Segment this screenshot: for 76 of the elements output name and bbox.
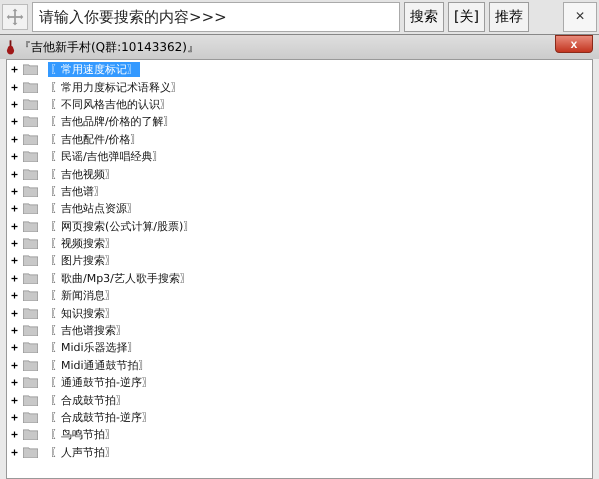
expand-toggle[interactable] bbox=[10, 291, 19, 300]
close-button[interactable]: x bbox=[555, 35, 593, 53]
folder-icon bbox=[23, 186, 38, 197]
folder-icon bbox=[23, 168, 38, 180]
guitar-icon bbox=[6, 40, 15, 54]
expand-toggle[interactable] bbox=[10, 239, 19, 248]
tree-item[interactable]: 〖合成鼓节拍-逆序〗 bbox=[48, 410, 155, 425]
tree-item[interactable]: 〖图片搜索〗 bbox=[48, 253, 118, 268]
folder-icon bbox=[23, 220, 38, 232]
toolbar-button[interactable]: 推荐 bbox=[488, 2, 529, 32]
close-button[interactable]: × bbox=[563, 2, 597, 32]
tree-item[interactable]: 〖常用力度标记术语释义〗 bbox=[48, 80, 184, 95]
expand-toggle[interactable] bbox=[10, 117, 19, 126]
tree-item[interactable]: 〖人声节拍〗 bbox=[48, 444, 118, 460]
tree-item[interactable]: 〖吉他视频〗 bbox=[48, 166, 118, 182]
tree-item[interactable]: 〖新闻消息〗 bbox=[48, 288, 118, 304]
folder-icon bbox=[23, 151, 38, 162]
tree-item[interactable]: 〖合成鼓节拍〗 bbox=[48, 392, 129, 408]
folder-icon bbox=[23, 98, 38, 110]
folder-icon bbox=[23, 377, 38, 388]
folder-icon bbox=[23, 446, 38, 458]
expand-toggle[interactable] bbox=[10, 326, 19, 336]
tree-item[interactable]: 〖鸟鸣节拍〗 bbox=[48, 427, 118, 442]
tree-item[interactable]: 〖Midi通通鼓节拍〗 bbox=[48, 358, 152, 373]
expand-toggle[interactable] bbox=[10, 343, 19, 352]
tree-item[interactable]: 〖视频搜索〗 bbox=[48, 236, 118, 252]
folder-icon bbox=[23, 238, 38, 250]
expand-toggle[interactable] bbox=[10, 134, 19, 144]
folder-icon bbox=[23, 82, 38, 93]
tree-item[interactable]: 〖网页搜索(公式计算/股票)〗 bbox=[48, 218, 196, 234]
tree-item[interactable]: 〖歌曲/Mp3/艺人歌手搜索〗 bbox=[48, 270, 193, 286]
expand-toggle[interactable] bbox=[10, 448, 19, 457]
folder-icon bbox=[23, 342, 38, 354]
folder-icon bbox=[23, 255, 38, 266]
tree-item[interactable]: 〖吉他谱〗 bbox=[48, 184, 107, 199]
expand-toggle[interactable] bbox=[10, 170, 19, 179]
expand-toggle[interactable] bbox=[10, 65, 19, 74]
tree-item[interactable]: 〖知识搜索〗 bbox=[48, 306, 118, 321]
expand-toggle[interactable] bbox=[10, 82, 19, 92]
toolbar-button[interactable]: 搜索 bbox=[404, 2, 444, 32]
folder-icon bbox=[23, 394, 38, 406]
folder-icon bbox=[23, 290, 38, 302]
folder-icon bbox=[23, 325, 38, 336]
tree-item[interactable]: 〖不同风格吉他的认识〗 bbox=[48, 96, 173, 112]
folder-icon bbox=[23, 429, 38, 440]
expand-toggle[interactable] bbox=[10, 222, 19, 231]
window-title: 『吉他新手村(Q群:10143362)』 bbox=[19, 38, 199, 56]
tree-item[interactable]: 〖吉他站点资源〗 bbox=[48, 201, 140, 216]
folder-icon bbox=[23, 203, 38, 214]
tree-item[interactable]: 〖吉他配件/价格〗 bbox=[48, 132, 144, 147]
expand-toggle[interactable] bbox=[10, 152, 19, 162]
tree-item[interactable]: 〖民谣/吉他弹唱经典〗 bbox=[48, 149, 166, 164]
folder-icon bbox=[23, 134, 38, 145]
expand-toggle[interactable] bbox=[10, 396, 19, 405]
expand-toggle[interactable] bbox=[10, 378, 19, 388]
expand-toggle[interactable] bbox=[10, 186, 19, 196]
expand-toggle[interactable] bbox=[10, 360, 19, 370]
folder-icon bbox=[23, 412, 38, 423]
expand-toggle[interactable] bbox=[10, 308, 19, 318]
expand-toggle[interactable] bbox=[10, 413, 19, 422]
folder-icon bbox=[23, 116, 38, 128]
tree-item[interactable]: 〖吉他谱搜索〗 bbox=[48, 323, 129, 338]
tree-item[interactable]: 〖Midi乐器选择〗 bbox=[48, 340, 141, 356]
expand-toggle[interactable] bbox=[10, 430, 19, 440]
folder-icon bbox=[23, 360, 38, 371]
expand-toggle[interactable] bbox=[10, 100, 19, 109]
folder-icon bbox=[23, 272, 38, 284]
toolbar-button[interactable]: [关] bbox=[448, 2, 485, 32]
folder-icon bbox=[23, 308, 38, 319]
search-field[interactable]: 请输入你要搜索的内容>>> bbox=[32, 2, 400, 32]
tree-item[interactable]: 〖通通鼓节拍-逆序〗 bbox=[48, 375, 155, 390]
expand-toggle[interactable] bbox=[10, 256, 19, 266]
expand-toggle[interactable] bbox=[10, 204, 19, 214]
tree-item[interactable]: 〖吉他品牌/价格的了解〗 bbox=[48, 114, 177, 130]
folder-icon bbox=[23, 64, 38, 76]
expand-toggle[interactable] bbox=[10, 274, 19, 283]
